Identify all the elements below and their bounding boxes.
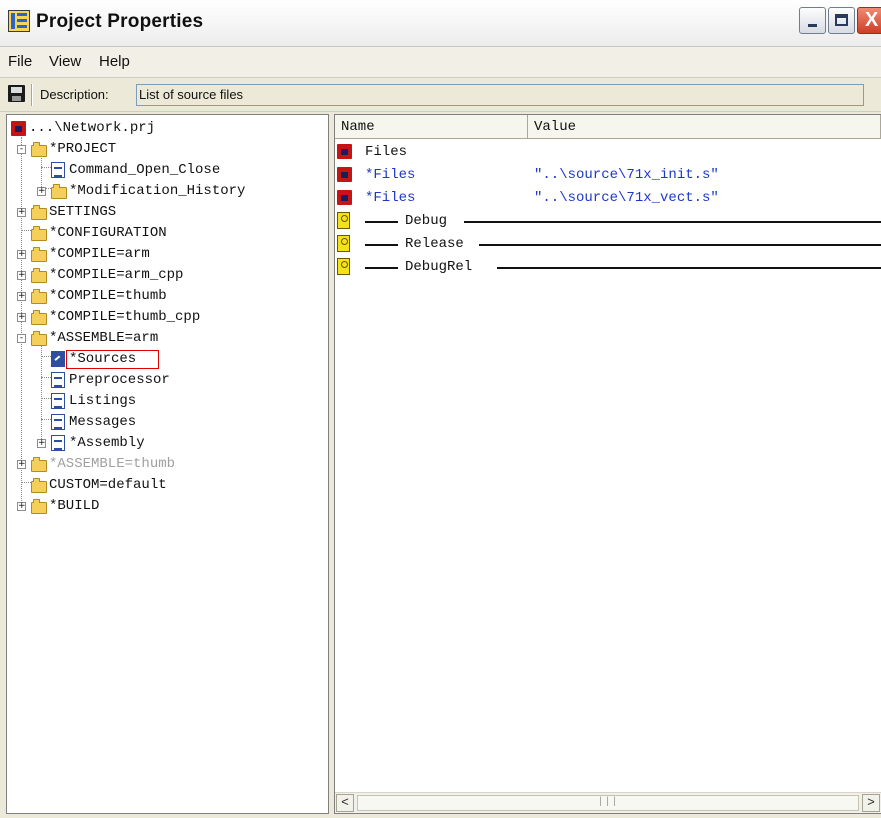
maximize-icon	[835, 14, 848, 26]
toolbar-separator	[31, 84, 32, 106]
menu-file[interactable]: File	[8, 53, 32, 70]
minimize-icon	[808, 24, 817, 27]
menu-help[interactable]: Help	[99, 53, 130, 70]
expand-icon[interactable]: +	[17, 271, 26, 280]
title-bar[interactable]: Project Properties X	[0, 0, 881, 47]
folder-icon	[31, 457, 47, 472]
close-icon: X	[865, 9, 879, 31]
key-icon	[337, 235, 350, 252]
folder-icon	[31, 331, 47, 346]
folder-icon	[31, 268, 47, 283]
tree-item-label: SETTINGS	[49, 204, 117, 220]
group-row-release[interactable]: Release	[335, 233, 881, 255]
row-name: *Files	[365, 167, 416, 183]
minimize-button[interactable]	[799, 7, 826, 34]
row-value: "..\source\71x_init.s"	[534, 167, 719, 183]
app-icon	[8, 10, 30, 32]
tree-item-label: *Assembly	[69, 435, 145, 451]
expand-icon[interactable]: +	[17, 313, 26, 322]
group-row-debug[interactable]: Debug	[335, 210, 881, 232]
folder-icon	[51, 184, 67, 199]
list-row[interactable]: *Files "..\source\71x_init.s"	[335, 164, 881, 186]
folder-icon	[31, 142, 47, 157]
tree-item-label: *BUILD	[49, 498, 100, 514]
tree-item-label: Listings	[69, 393, 137, 409]
project-tree[interactable]: ...\Network.prj - *PROJECT Command_Open_…	[6, 114, 329, 814]
disk-icon	[337, 190, 352, 205]
tree-item-label: *COMPILE=arm_cpp	[49, 267, 184, 283]
row-value: "..\source\71x_vect.s"	[534, 190, 719, 206]
project-properties-window: Project Properties X File View Help Desc…	[0, 0, 881, 818]
scroll-right-button[interactable]: >	[862, 794, 880, 812]
description-label: Description:	[40, 87, 109, 102]
menu-view[interactable]: View	[49, 53, 81, 70]
tree-item-label: Preprocessor	[69, 372, 170, 388]
tree-item-label: Messages	[69, 414, 137, 430]
document-icon	[51, 435, 65, 451]
folder-icon	[31, 289, 47, 304]
tree-item-label: *CONFIGURATION	[49, 225, 167, 241]
column-header-name[interactable]: Name	[335, 115, 528, 139]
scroll-left-button[interactable]: <	[336, 794, 354, 812]
key-icon	[337, 258, 350, 275]
collapse-icon[interactable]: -	[17, 334, 26, 343]
disk-icon	[11, 121, 26, 136]
expand-icon[interactable]: +	[17, 460, 26, 469]
folder-icon	[31, 478, 47, 493]
document-icon	[51, 393, 65, 409]
tree-item-label: *PROJECT	[49, 141, 117, 157]
expand-icon[interactable]: +	[17, 208, 26, 217]
row-name: *Files	[365, 190, 416, 206]
scroll-thumb[interactable]: |||	[357, 795, 859, 811]
properties-list[interactable]: Name Value Files *Files "..\source\71x_i…	[334, 114, 881, 814]
tree-item-label: Command_Open_Close	[69, 162, 221, 178]
expand-icon[interactable]: +	[17, 292, 26, 301]
tree-item-label: *ASSEMBLE=arm	[49, 330, 159, 346]
group-label: Debug	[405, 213, 448, 229]
column-header-value[interactable]: Value	[528, 115, 881, 139]
list-row[interactable]: Files	[335, 141, 881, 163]
menu-bar: File View Help	[0, 47, 881, 78]
tree-item-label: *COMPILE=thumb	[49, 288, 167, 304]
tree-item-label: *ASSEMBLE=thumb	[49, 456, 176, 472]
toolbar: Description: List of source files	[0, 79, 881, 112]
group-label: DebugRel	[405, 259, 473, 275]
tree-item-label: ...\Network.prj	[29, 120, 156, 136]
window-title: Project Properties	[36, 11, 204, 32]
document-icon	[51, 372, 65, 388]
expand-icon[interactable]: +	[37, 439, 46, 448]
expand-icon[interactable]: +	[17, 502, 26, 511]
tree-item-label: *Modification_History	[69, 183, 246, 199]
folder-icon	[31, 205, 47, 220]
group-row-debugrel[interactable]: DebugRel	[335, 256, 881, 278]
description-field[interactable]: List of source files	[136, 84, 864, 106]
save-icon[interactable]	[8, 85, 25, 102]
folder-icon	[31, 310, 47, 325]
edit-document-icon	[51, 351, 65, 367]
folder-icon	[31, 247, 47, 262]
folder-icon	[31, 499, 47, 514]
tree-item-label: CUSTOM=default	[49, 477, 167, 493]
disk-icon	[337, 144, 352, 159]
maximize-button[interactable]	[828, 7, 855, 34]
document-icon	[51, 162, 65, 178]
row-name: Files	[365, 144, 408, 160]
group-label: Release	[405, 236, 464, 252]
expand-icon[interactable]: +	[37, 187, 46, 196]
tree-item-label: *COMPILE=thumb_cpp	[49, 309, 201, 325]
expand-icon[interactable]: +	[17, 250, 26, 259]
collapse-icon[interactable]: -	[17, 145, 26, 154]
document-icon	[51, 414, 65, 430]
disk-icon	[337, 167, 352, 182]
horizontal-scrollbar[interactable]: < ||| >	[335, 792, 881, 813]
folder-icon	[31, 226, 47, 241]
key-icon	[337, 212, 350, 229]
tree-item-label: *Sources	[69, 351, 137, 367]
close-button[interactable]: X	[857, 7, 881, 34]
tree-item-label: *COMPILE=arm	[49, 246, 150, 262]
list-row[interactable]: *Files "..\source\71x_vect.s"	[335, 187, 881, 209]
